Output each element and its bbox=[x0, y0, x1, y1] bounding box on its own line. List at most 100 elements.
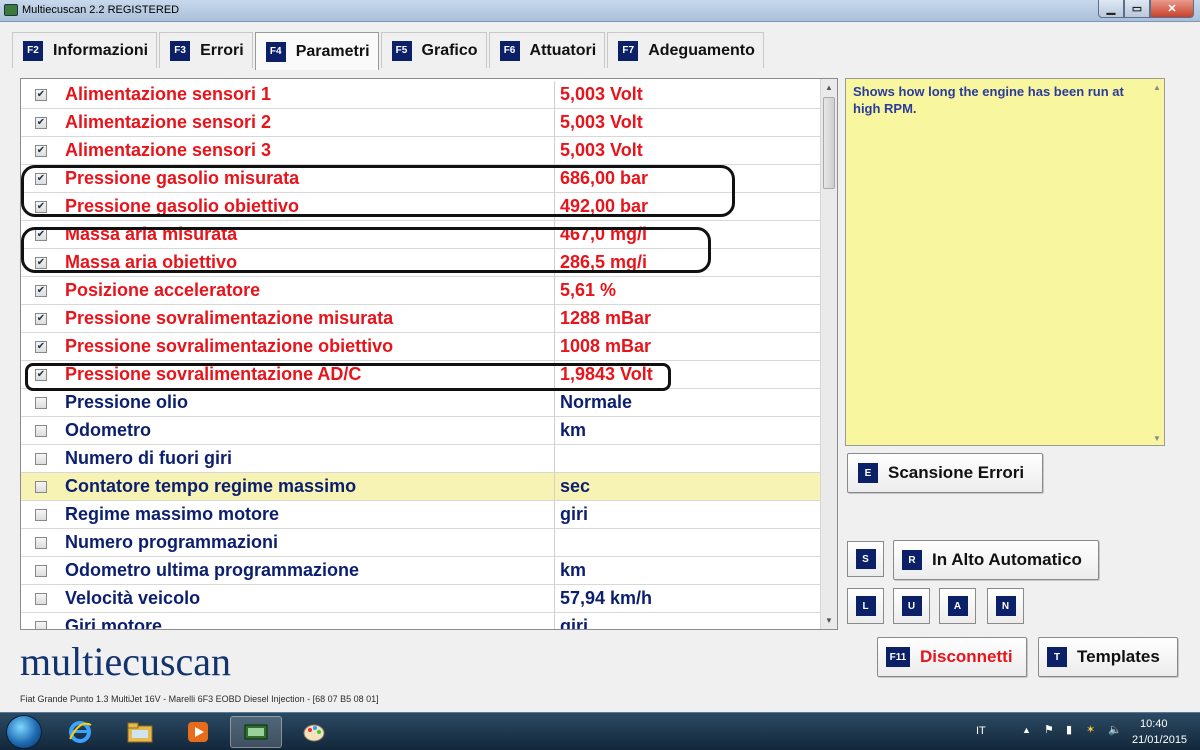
close-button[interactable]: ✕ bbox=[1150, 0, 1194, 18]
show-hidden-icon[interactable]: ▲ bbox=[1022, 725, 1031, 735]
table-row[interactable]: Velocità veicolo 57,94 km/h bbox=[21, 585, 821, 613]
parameter-name: Posizione acceleratore bbox=[65, 280, 261, 300]
media-player-icon[interactable] bbox=[172, 716, 224, 748]
table-row[interactable]: Odometro ultima programmazione km bbox=[21, 557, 821, 585]
maximize-button[interactable]: ▭ bbox=[1124, 0, 1150, 18]
row-checkbox[interactable]: ✔ bbox=[35, 285, 47, 297]
row-checkbox[interactable] bbox=[35, 481, 47, 493]
scroll-down-icon[interactable]: ▼ bbox=[821, 612, 837, 629]
row-checkbox[interactable] bbox=[35, 453, 47, 465]
l-button[interactable]: L bbox=[847, 588, 884, 624]
parameter-name: Pressione olio bbox=[65, 392, 189, 412]
table-row[interactable]: ✔ Massa aria obiettivo 286,5 mg/i bbox=[21, 249, 821, 277]
parameters-table[interactable]: ✔ Alimentazione sensori 1 5,003 Volt ✔ Alime… bbox=[20, 78, 838, 630]
parameter-value: 1008 mBar bbox=[560, 336, 652, 356]
row-checkbox[interactable] bbox=[35, 565, 47, 577]
description-scrollbar[interactable]: ▲ ▼ bbox=[1150, 79, 1164, 445]
parameter-value: giri bbox=[560, 616, 589, 630]
tab-parametri[interactable]: F4 Parametri bbox=[254, 32, 379, 70]
language-indicator[interactable]: IT bbox=[976, 725, 986, 737]
row-checkbox[interactable] bbox=[35, 509, 47, 521]
column-divider bbox=[554, 557, 555, 585]
table-row[interactable]: ✔ Pressione sovralimentazione AD/C 1,9843 … bbox=[21, 361, 821, 389]
table-row[interactable]: Numero di fuori giri bbox=[21, 445, 821, 473]
table-row[interactable]: Giri motore giri bbox=[21, 613, 821, 630]
tab-adeguamento[interactable]: F7 Adeguamento bbox=[607, 32, 764, 68]
row-checkbox[interactable]: ✔ bbox=[35, 257, 47, 269]
row-checkbox[interactable]: ✔ bbox=[35, 313, 47, 325]
parameter-value: 5,003 Volt bbox=[560, 140, 643, 160]
table-row[interactable]: Odometro km bbox=[21, 417, 821, 445]
network-icon[interactable]: ✶ bbox=[1086, 723, 1095, 736]
row-checkbox[interactable] bbox=[35, 425, 47, 437]
fkey-badge: F11 bbox=[886, 647, 910, 667]
tab-label: Errori bbox=[200, 41, 244, 59]
paint-icon[interactable] bbox=[288, 716, 340, 748]
row-checkbox[interactable]: ✔ bbox=[35, 341, 47, 353]
table-row[interactable]: ✔ Massa aria misurata 467,0 mg/i bbox=[21, 221, 821, 249]
row-checkbox[interactable]: ✔ bbox=[35, 117, 47, 129]
row-checkbox[interactable]: ✔ bbox=[35, 89, 47, 101]
app-icon bbox=[4, 4, 18, 16]
u-button[interactable]: U bbox=[893, 588, 930, 624]
scroll-up-icon[interactable]: ▲ bbox=[821, 79, 837, 96]
table-row[interactable]: ✔ Alimentazione sensori 1 5,003 Volt bbox=[21, 81, 821, 109]
table-row[interactable]: Contatore tempo regime massimo sec bbox=[21, 473, 821, 501]
row-checkbox[interactable]: ✔ bbox=[35, 369, 47, 381]
row-checkbox[interactable]: ✔ bbox=[35, 201, 47, 213]
fkey-badge: L bbox=[855, 596, 876, 616]
disconnect-button[interactable]: F11 Disconnetti bbox=[877, 637, 1027, 677]
tab-attuatori[interactable]: F6 Attuatori bbox=[488, 32, 606, 68]
column-divider bbox=[554, 137, 555, 165]
table-row[interactable]: Pressione olio Normale bbox=[21, 389, 821, 417]
flag-icon[interactable]: ⚑ bbox=[1044, 723, 1054, 736]
parameter-name: Contatore tempo regime massimo bbox=[65, 476, 357, 496]
parameter-name: Massa aria obiettivo bbox=[65, 252, 238, 272]
templates-button[interactable]: T Templates bbox=[1038, 637, 1178, 677]
column-divider bbox=[554, 305, 555, 333]
table-row[interactable]: Regime massimo motore giri bbox=[21, 501, 821, 529]
row-checkbox[interactable]: ✔ bbox=[35, 229, 47, 241]
column-divider bbox=[554, 109, 555, 137]
a-button[interactable]: A bbox=[939, 588, 976, 624]
parameter-value: km bbox=[560, 560, 587, 580]
ie-icon[interactable] bbox=[54, 716, 106, 748]
table-row[interactable]: ✔ Pressione gasolio obiettivo 492,00 bar bbox=[21, 193, 821, 221]
multiecuscan-icon[interactable] bbox=[230, 716, 282, 748]
row-checkbox[interactable] bbox=[35, 537, 47, 549]
table-scrollbar[interactable]: ▲ ▼ bbox=[820, 79, 837, 629]
explorer-icon[interactable] bbox=[114, 716, 166, 748]
tab-grafico[interactable]: F5 Grafico bbox=[380, 32, 487, 68]
table-row[interactable]: ✔ Alimentazione sensori 3 5,003 Volt bbox=[21, 137, 821, 165]
row-checkbox[interactable] bbox=[35, 397, 47, 409]
row-checkbox[interactable]: ✔ bbox=[35, 145, 47, 157]
scroll-down-icon[interactable]: ▼ bbox=[1153, 434, 1161, 443]
parameter-value: 467,0 mg/i bbox=[560, 224, 648, 244]
scroll-thumb[interactable] bbox=[823, 97, 835, 189]
column-divider bbox=[554, 165, 555, 193]
row-checkbox[interactable] bbox=[35, 593, 47, 605]
table-row[interactable]: ✔ Pressione sovralimentazione obiettivo 10… bbox=[21, 333, 821, 361]
table-row[interactable]: ✔ Pressione sovralimentazione misurata 128… bbox=[21, 305, 821, 333]
clock-time[interactable]: 10:40 bbox=[1140, 718, 1168, 730]
parameter-name: Pressione gasolio obiettivo bbox=[65, 196, 300, 216]
clock-date[interactable]: 21/01/2015 bbox=[1132, 734, 1187, 746]
table-row[interactable]: ✔ Pressione gasolio misurata 686,00 bar bbox=[21, 165, 821, 193]
volume-icon[interactable]: 🔈 bbox=[1108, 723, 1122, 736]
minimize-button[interactable]: ▁ bbox=[1098, 0, 1124, 18]
scan-errors-button[interactable]: E Scansione Errori bbox=[847, 453, 1043, 493]
s-button[interactable]: S bbox=[847, 541, 884, 577]
table-row[interactable]: ✔ Posizione acceleratore 5,61 % bbox=[21, 277, 821, 305]
table-row[interactable]: ✔ Alimentazione sensori 2 5,003 Volt bbox=[21, 109, 821, 137]
battery-icon[interactable]: ▮ bbox=[1066, 723, 1072, 736]
column-divider bbox=[554, 277, 555, 305]
tab-errori[interactable]: F3 Errori bbox=[159, 32, 253, 68]
start-button[interactable] bbox=[6, 715, 42, 749]
tab-informazioni[interactable]: F2 Informazioni bbox=[12, 32, 158, 68]
n-button[interactable]: N bbox=[987, 588, 1024, 624]
auto-scroll-button[interactable]: R In Alto Automatico bbox=[893, 540, 1099, 580]
row-checkbox[interactable] bbox=[35, 621, 47, 629]
table-row[interactable]: Numero programmazioni bbox=[21, 529, 821, 557]
scroll-up-icon[interactable]: ▲ bbox=[1153, 83, 1161, 92]
row-checkbox[interactable]: ✔ bbox=[35, 173, 47, 185]
